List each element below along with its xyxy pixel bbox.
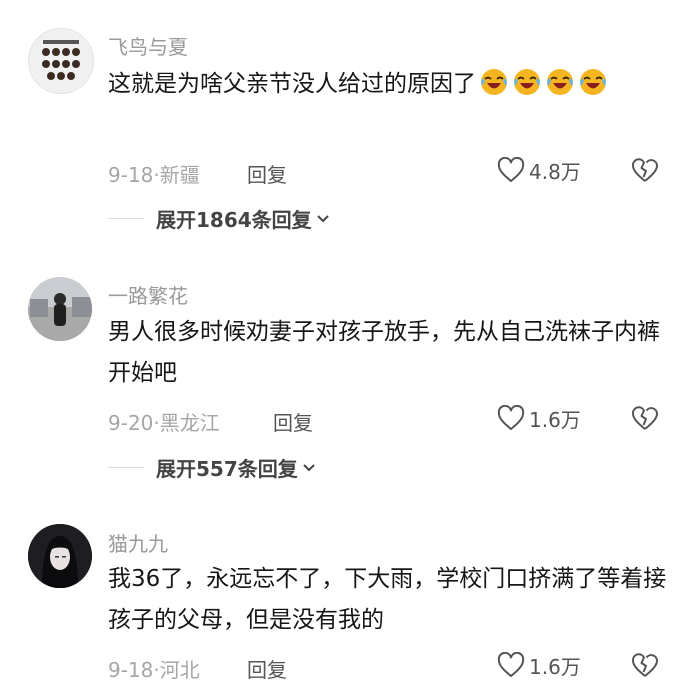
username[interactable]: 飞鸟与夏	[108, 31, 188, 60]
like-count: 1.6万	[529, 654, 581, 679]
username[interactable]: 猫九九	[108, 528, 168, 557]
emoji-group	[476, 69, 608, 97]
comment-text: 我36了，永远忘不了，下大雨，学校门口挤满了等着接孩子的父母，但是没有我的	[108, 566, 667, 633]
avatar[interactable]	[28, 524, 92, 588]
username[interactable]: 一路繁花	[108, 280, 188, 309]
reply-button[interactable]: 回复	[247, 159, 287, 188]
comment-text-body: 这就是为啥父亲节没人给过的原因了	[108, 71, 476, 97]
comment-location: 黑龙江	[159, 411, 220, 435]
divider	[108, 217, 144, 219]
avatar[interactable]	[28, 28, 94, 94]
expand-replies-button[interactable]: 展开1864条回复	[108, 203, 331, 233]
loudly-crying-face-icon	[547, 69, 573, 95]
expand-replies-label: 展开1864条回复	[156, 207, 312, 232]
heart-icon	[497, 157, 525, 182]
chevron-down-icon	[303, 464, 315, 472]
comment-text: 这就是为啥父亲节没人给过的原因了	[108, 64, 668, 105]
like-count: 4.8万	[529, 159, 581, 184]
avatar[interactable]	[28, 277, 92, 341]
comment-meta: 9-18·河北	[108, 654, 200, 683]
comment-location: 河北	[159, 658, 200, 682]
heart-icon	[497, 652, 525, 677]
comment-date: 9-20	[108, 411, 154, 435]
loudly-crying-face-icon	[514, 69, 540, 95]
like-button[interactable]: 1.6万	[497, 403, 581, 433]
comment-text: 男人很多时候劝妻子对孩子放手，先从自己洗袜子内裤开始吧	[108, 319, 660, 386]
loudly-crying-face-icon	[481, 69, 507, 95]
chevron-down-icon	[316, 215, 329, 223]
reply-button[interactable]: 回复	[273, 407, 313, 436]
expand-replies-label: 展开557条回复	[156, 456, 298, 481]
comment-meta: 9-20·黑龙江	[108, 407, 220, 436]
broken-heart-icon[interactable]	[630, 155, 660, 185]
broken-heart-icon[interactable]	[630, 403, 660, 433]
comment-date: 9-18	[108, 163, 154, 187]
like-button[interactable]: 4.8万	[497, 155, 581, 185]
expand-replies-button[interactable]: 展开557条回复	[108, 452, 317, 482]
comment-meta: 9-18·新疆	[108, 159, 200, 188]
reply-button[interactable]: 回复	[247, 654, 287, 683]
divider	[108, 466, 144, 468]
comment-location: 新疆	[159, 163, 200, 187]
like-count: 1.6万	[529, 407, 581, 432]
broken-heart-icon[interactable]	[630, 650, 660, 680]
heart-icon	[497, 405, 525, 430]
loudly-crying-face-icon	[580, 69, 606, 95]
like-button[interactable]: 1.6万	[497, 650, 581, 680]
comment-date: 9-18	[108, 658, 154, 682]
